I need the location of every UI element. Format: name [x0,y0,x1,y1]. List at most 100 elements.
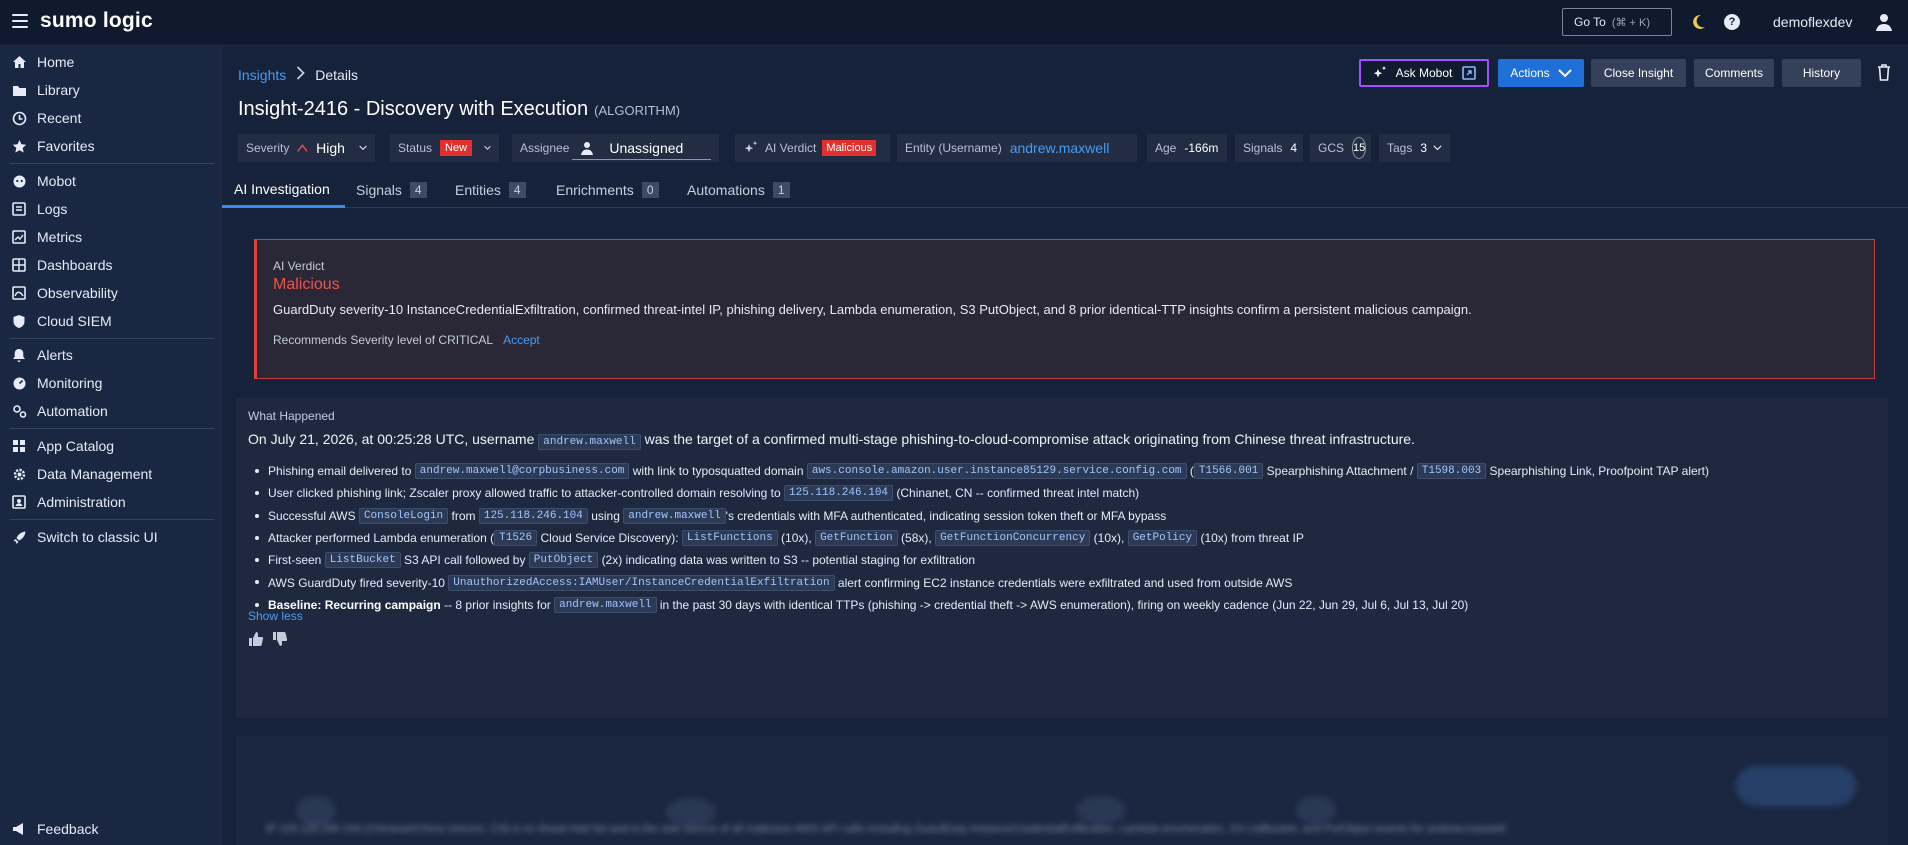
page-title: Insight-2416 - Discovery with Execution (… [238,98,680,121]
username[interactable]: demoflexdev [1773,14,1852,30]
sidebar-item-administration[interactable]: Administration [0,488,222,516]
sidebar-item-switch-classic[interactable]: Switch to classic UI [0,523,222,551]
comments-button[interactable]: Comments [1694,59,1774,87]
close-insight-button[interactable]: Close Insight [1591,59,1686,87]
what-happened-intro: On July 21, 2026, at 00:25:28 UTC, usern… [248,431,1415,450]
intro-text: was the target of a confirmed multi-stag… [644,431,1415,447]
sidebar-item-alerts[interactable]: Alerts [0,341,222,369]
gcs-value: 15 [1352,137,1367,159]
robot-icon [11,173,27,189]
sidebar-item-metrics[interactable]: Metrics [0,223,222,251]
admin-icon [11,494,27,510]
sidebar-item-app-catalog[interactable]: App Catalog [0,432,222,460]
history-button[interactable]: History [1782,59,1861,87]
assignee-field[interactable]: Assignee Unassigned [512,134,719,162]
what-happened-header: What Happened [248,409,335,423]
tab-signals[interactable]: Signals 4 [356,172,427,208]
tab-enrichments[interactable]: Enrichments 0 [556,172,659,208]
sidebar-item-observability[interactable]: Observability [0,279,222,307]
severity-value: High [316,140,345,156]
status-field[interactable]: Status New [390,134,499,162]
moon-icon[interactable] [1689,13,1707,31]
entity-label: Entity (Username) [905,141,1002,155]
tab-ai-investigation[interactable]: AI Investigation [222,172,345,208]
ask-mobot-label: Ask Mobot [1395,66,1453,80]
tab-count: 0 [641,182,659,198]
thumbs-down-icon[interactable] [272,631,288,647]
severity-label: Severity [246,141,290,155]
tags-value: 3 [1420,141,1428,155]
logo[interactable]: sumo logic [40,9,153,33]
feedback-label: Feedback [37,821,99,837]
tab-count: 4 [508,182,526,198]
list-item: Phishing email delivered to andrew.maxwe… [248,460,1878,482]
sidebar-item-label: Metrics [37,229,83,245]
chevron-right-icon [296,66,306,83]
sidebar-item-library[interactable]: Library [0,76,222,104]
list-item: First-seen ListBucket S3 API call follow… [248,549,1878,571]
sidebar-item-home[interactable]: Home [0,48,222,76]
shield-icon [11,313,27,329]
thumbs-up-icon[interactable] [248,631,264,647]
sidebar-item-data-management[interactable]: Data Management [0,460,222,488]
sidebar-item-favorites[interactable]: Favorites [0,132,222,160]
user-icon[interactable] [1874,12,1894,32]
verdict-summary: GuardDuty severity-10 InstanceCredential… [273,302,1472,317]
megaphone-icon [11,821,27,837]
severity-high-icon [297,144,308,152]
status-label: Status [398,141,433,155]
bell-icon [11,347,27,363]
actions-label: Actions [1510,66,1550,80]
goto-button[interactable]: Go To (⌘ + K) [1562,8,1672,36]
breadcrumb-insights-link[interactable]: Insights [238,67,286,83]
automation-icon [11,403,27,419]
gear-icon [11,466,27,482]
hamburger-menu-icon[interactable] [12,14,28,28]
sidebar-item-recent[interactable]: Recent [0,104,222,132]
tab-count: 4 [409,182,427,198]
sidebar-item-automation[interactable]: Automation [0,397,222,425]
sidebar-item-monitoring[interactable]: Monitoring [0,369,222,397]
tags-field[interactable]: Tags 3 [1379,134,1450,162]
tab-entities[interactable]: Entities 4 [455,172,526,208]
entity-field[interactable]: Entity (Username) andrew.maxwell [897,134,1137,162]
user-icon [581,142,594,155]
sidebar-item-label: Home [37,54,75,70]
observability-icon [11,285,27,301]
actions-button[interactable]: Actions [1498,59,1584,87]
sidebar-item-cloud-siem[interactable]: Cloud SIEM [0,307,222,335]
sidebar-item-label: Cloud SIEM [37,313,112,329]
intro-text: On July 21, 2026, at 00:25:28 UTC, usern… [248,431,535,447]
sidebar-item-feedback[interactable]: Feedback [0,815,222,843]
help-icon[interactable]: ? [1724,14,1740,30]
sidebar-item-label: Administration [37,494,126,510]
sparkle-icon [1373,66,1386,78]
list-item: Attacker performed Lambda enumeration (T… [248,527,1878,549]
tab-bar: AI Investigation Signals 4 Entities 4 Enri… [222,172,1908,208]
entity-value[interactable]: andrew.maxwell [1010,140,1110,156]
event-list: Phishing email delivered to andrew.maxwe… [248,460,1878,616]
tab-label: AI Investigation [234,180,330,197]
open-panel-icon [1462,66,1477,80]
ai-verdict-label: AI Verdict [765,141,817,155]
show-less-link[interactable]: Show less [248,609,303,623]
dashboard-icon [11,257,27,273]
sidebar-item-mobot[interactable]: Mobot [0,167,222,195]
ai-verdict-badge: Malicious [822,140,877,156]
tab-automations[interactable]: Automations 1 [687,172,790,208]
grid-icon [11,438,27,454]
sidebar-item-logs[interactable]: Logs [0,195,222,223]
list-item: Baseline: Recurring campaign -- 8 prior … [248,594,1878,616]
sidebar-item-label: Recent [37,110,82,126]
trash-icon[interactable] [1877,64,1891,81]
sidebar-item-label: Observability [37,285,118,301]
sidebar-item-dashboards[interactable]: Dashboards [0,251,222,279]
signals-value: 4 [1290,141,1298,155]
age-label: Age [1155,141,1177,155]
ask-mobot-button[interactable]: Ask Mobot [1359,59,1489,87]
verdict-recommendation: Recommends Severity level of CRITICAL Acc… [273,333,540,347]
assignee-value: Unassigned [609,140,684,156]
severity-field[interactable]: Severity High [238,134,375,162]
ai-verdict-panel: AI Verdict Malicious GuardDuty severity-… [254,239,1875,379]
accept-link[interactable]: Accept [503,333,540,347]
